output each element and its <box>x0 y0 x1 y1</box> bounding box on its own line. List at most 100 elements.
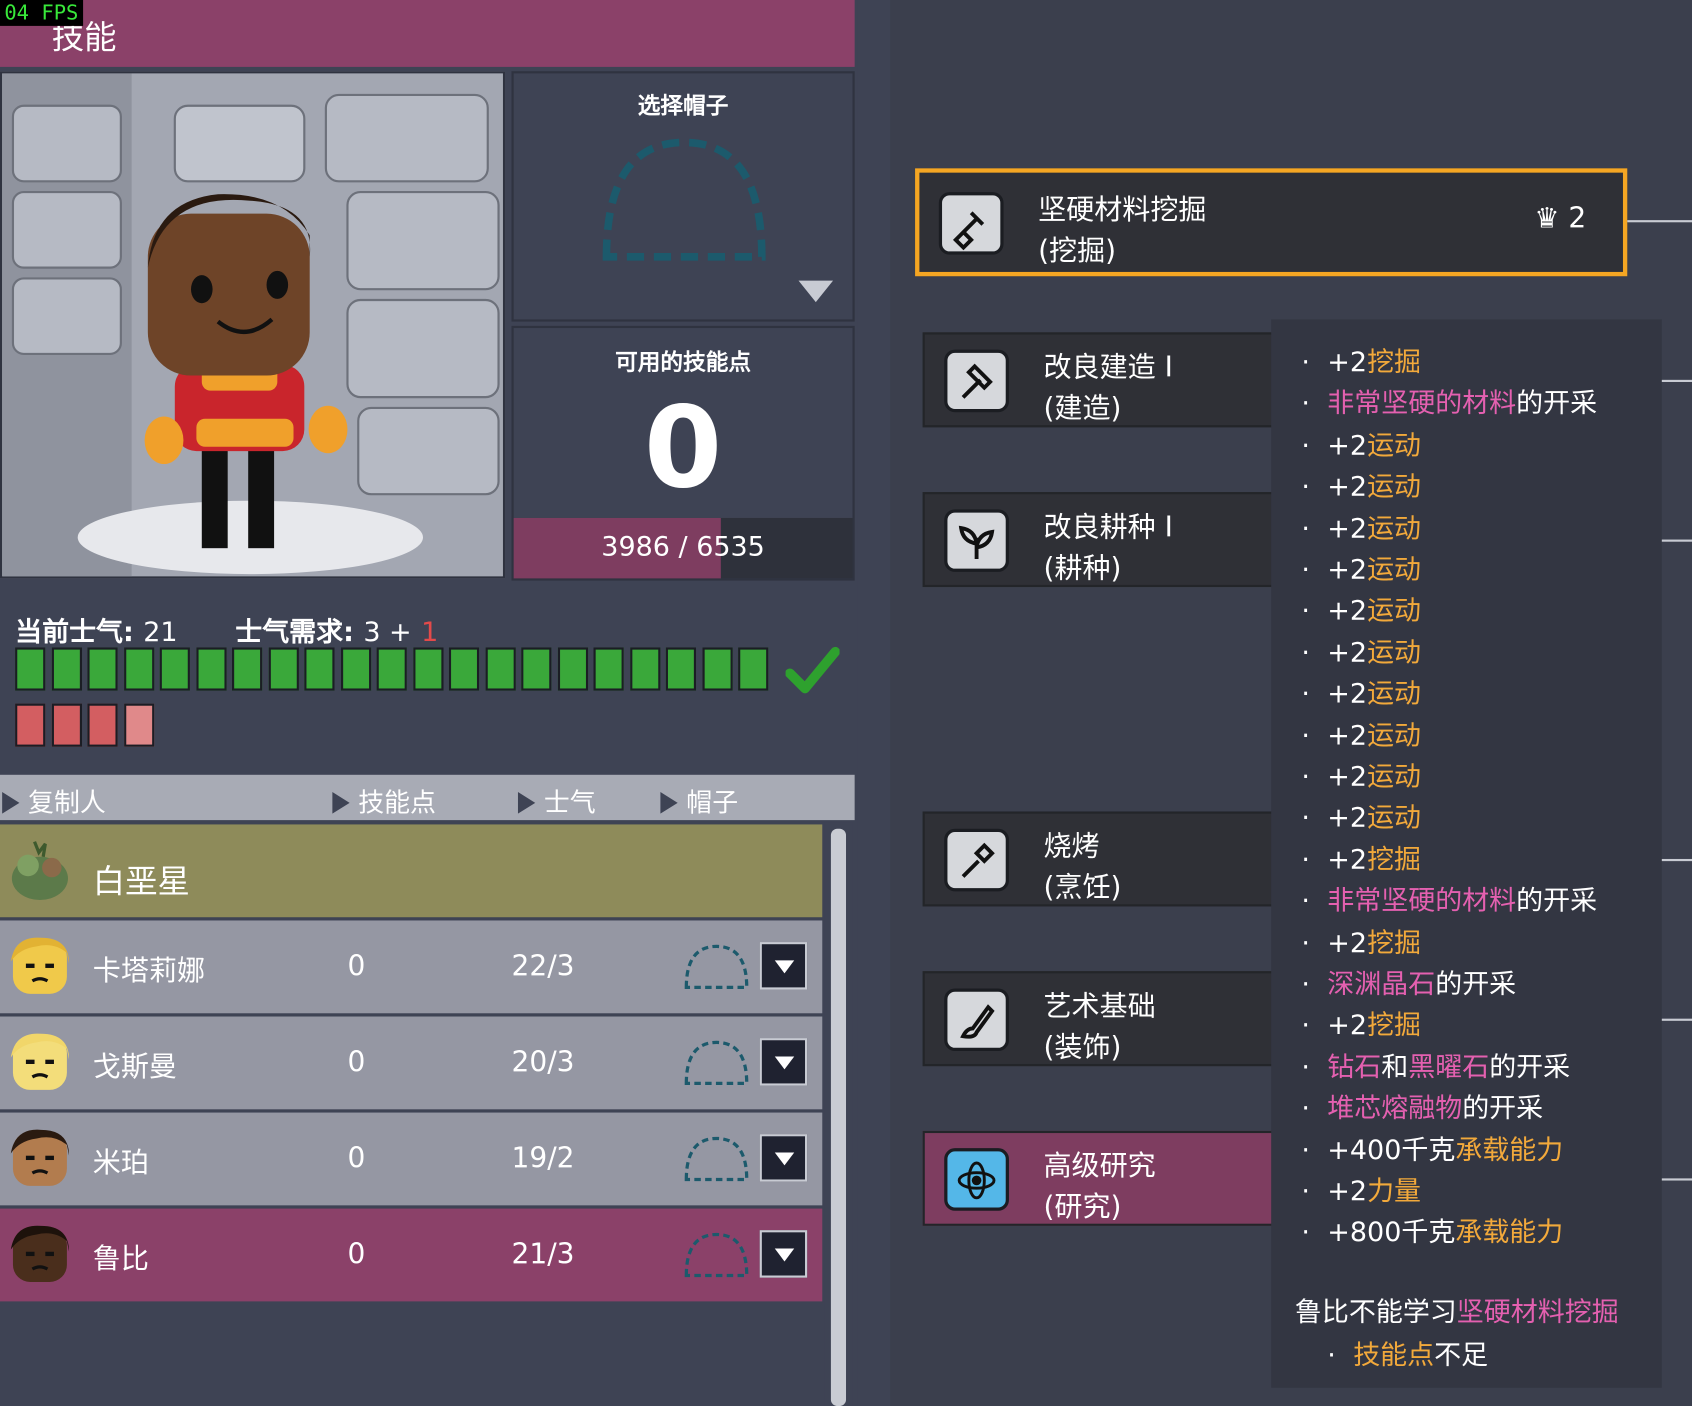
duplicant-skill-points: 0 <box>347 1046 366 1080</box>
morale-cell-filled <box>15 647 46 691</box>
tooltip-effect-line: · +2运动 <box>1301 512 1422 544</box>
duplicant-row[interactable]: 戈斯曼 0 20/3 <box>0 1016 823 1110</box>
duplicant-row[interactable]: 卡塔莉娜 0 22/3 <box>0 920 823 1014</box>
brush-icon <box>944 988 1009 1052</box>
skill-name: 烧烤 <box>1043 830 1100 864</box>
morale-cell-filled <box>195 647 227 691</box>
morale-need-extra: 1 <box>421 616 439 648</box>
duplicant-skill-points: 0 <box>347 1238 366 1272</box>
skill-category: (研究) <box>1043 1191 1122 1224</box>
skill-name: 改良耕种 I <box>1043 511 1173 544</box>
morale-cell-filled <box>665 647 697 691</box>
morale-cell-filled <box>448 647 480 691</box>
morale-cell-filled <box>87 647 118 691</box>
duplicant-name: 戈斯曼 <box>92 1051 177 1084</box>
tooltip-effect-line: · +800千克承载能力 <box>1301 1216 1564 1248</box>
morale-cell-filled <box>629 647 660 691</box>
current-morale-value: 21 <box>143 616 178 648</box>
hat-selector-label: 选择帽子 <box>637 92 729 119</box>
sort-header-duplicant[interactable]: 复制人 <box>2 781 106 819</box>
skill-card[interactable]: 坚硬材料挖掘 (挖掘) ♛ 2 <box>915 168 1628 277</box>
available-skill-points: 可用的技能点 0 3986 / 6535 <box>511 325 855 581</box>
duplicant-portrait-image <box>2 73 503 577</box>
current-morale-label: 当前士气: <box>15 616 134 648</box>
skill-name: 艺术基础 <box>1043 990 1156 1023</box>
hat-selector[interactable]: 选择帽子 <box>511 71 855 322</box>
morale-cell-filled <box>232 647 263 691</box>
atom-icon <box>944 1148 1009 1211</box>
morale-cell-filled <box>412 647 443 691</box>
skill-category: (建造) <box>1043 392 1122 426</box>
scrollbar-thumb[interactable] <box>830 828 847 1406</box>
morale-cell-filled <box>701 647 733 691</box>
hat-dropdown-button[interactable] <box>759 1038 808 1086</box>
sort-header-hat[interactable]: 帽子 <box>660 781 738 819</box>
tooltip-effect-line: · +2运动 <box>1301 429 1422 461</box>
sort-header-skill-points[interactable]: 技能点 <box>332 781 436 819</box>
morale-cell-required <box>123 703 154 747</box>
skill-connector <box>1627 220 1692 223</box>
hat-dropdown-arrow-icon[interactable] <box>798 280 834 303</box>
morale-summary: 当前士气: 21 士气需求: 3 + 1 <box>15 611 438 650</box>
morale-cell-filled <box>485 647 516 691</box>
tooltip-effect-line: · +2运动 <box>1301 553 1422 585</box>
morale-cell-filled <box>123 647 154 691</box>
tooltip-effect-line: · +2运动 <box>1301 719 1422 751</box>
panel-header: 技能 <box>0 0 855 67</box>
duplicant-row[interactable]: 米珀 0 19/2 <box>0 1112 823 1206</box>
morale-cell-filled <box>51 647 82 691</box>
hat-dropdown-button[interactable] <box>759 1230 808 1278</box>
hat-dropdown-button[interactable] <box>759 1134 808 1182</box>
tooltip-effect-line: · +2运动 <box>1301 802 1422 834</box>
sort-header-morale[interactable]: 士气 <box>517 781 596 819</box>
tooltip-effect-line: · +2挖掘 <box>1301 1009 1422 1041</box>
tooltip-effect-line: · +2运动 <box>1301 760 1422 793</box>
tooltip-effect-line: · +2挖掘 <box>1301 926 1422 958</box>
colony-name: 白垩星 <box>92 863 190 902</box>
skill-points-label: 可用的技能点 <box>615 349 752 376</box>
fps-counter: 04 FPS <box>0 0 83 26</box>
skill-category: (挖掘) <box>1038 235 1117 268</box>
colony-icon <box>11 841 68 900</box>
duplicant-avatar <box>10 1129 70 1186</box>
morale-cell-required <box>51 703 82 747</box>
experience-text: 3986 / 6535 <box>601 530 765 563</box>
colony-group-row[interactable]: 白垩星 <box>0 824 823 918</box>
tooltip-effect-line: · 非常坚硬的材料的开采 <box>1301 387 1598 420</box>
tooltip-effect-line: · +400千克承载能力 <box>1301 1133 1564 1165</box>
sort-arrow-icon <box>660 792 678 814</box>
duplicant-avatar <box>10 1033 70 1090</box>
tooltip-effect-line: · +2挖掘 <box>1301 346 1422 378</box>
tooltip-effect-line: · +2运动 <box>1301 595 1422 627</box>
sprout-icon <box>944 509 1009 572</box>
duplicant-avatar <box>10 937 70 994</box>
duplicant-table-header: 复制人 技能点 士气 帽子 <box>0 774 855 821</box>
duplicant-morale: 21/3 <box>511 1238 575 1272</box>
skill-name: 改良建造 I <box>1043 351 1173 385</box>
character-panel: 技能 04 FPS 选择帽子 可用的技能点 0 3986 / 6535 当前士气… <box>0 0 858 1406</box>
hat-dropdown-button[interactable] <box>759 942 808 990</box>
tooltip-effect-line: · +2挖掘 <box>1301 843 1422 875</box>
skill-category: (耕种) <box>1043 552 1122 585</box>
duplicant-row[interactable]: 鲁比 0 21/3 <box>0 1208 823 1302</box>
empty-hat-icon <box>684 1232 749 1278</box>
duplicant-skill-points: 0 <box>347 1142 366 1176</box>
experience-bar: 3986 / 6535 <box>513 517 853 579</box>
empty-hat-icon <box>684 1040 749 1086</box>
morale-cell-required <box>87 703 118 747</box>
morale-need-value: 3 + <box>363 616 412 648</box>
skill-name: 高级研究 <box>1043 1150 1156 1183</box>
shovel-icon <box>938 192 1004 255</box>
morale-cell-filled <box>521 647 552 691</box>
skill-points-value: 0 <box>644 382 723 514</box>
tooltip-effect-line: · +2运动 <box>1301 636 1422 668</box>
tooltip-reason: · 技能点不足 <box>1327 1339 1489 1371</box>
check-icon <box>785 646 840 694</box>
hammer-icon <box>944 349 1009 413</box>
morale-cell-filled <box>593 647 624 691</box>
morale-cell-filled <box>376 647 407 691</box>
tooltip-effect-line: · 钻石和黑曜石的开采 <box>1301 1050 1571 1083</box>
morale-cell-filled <box>557 647 588 691</box>
duplicant-avatar <box>10 1225 70 1282</box>
morale-cell-required <box>15 703 46 747</box>
